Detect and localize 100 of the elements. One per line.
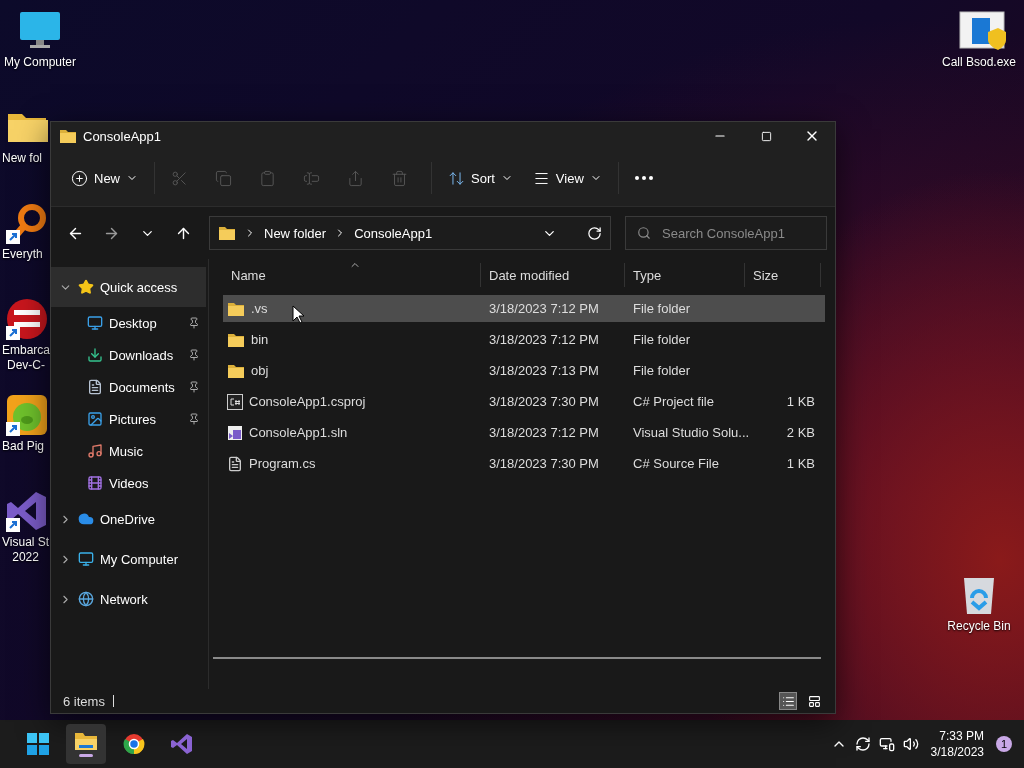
- breadcrumb[interactable]: New folder: [264, 225, 327, 241]
- volume-icon[interactable]: [902, 736, 919, 752]
- file-row[interactable]: .vs 3/18/2023 7:12 PM File folder: [223, 295, 825, 322]
- refresh-icon[interactable]: [587, 225, 602, 241]
- column-header[interactable]: Date modified: [481, 263, 625, 287]
- nav-item[interactable]: Desktop: [51, 307, 206, 339]
- desktop-icon-label[interactable]: My Computer: [4, 55, 76, 70]
- nav-item[interactable]: OneDrive: [51, 499, 206, 539]
- column-header[interactable]: Size: [745, 263, 821, 287]
- desktop-icon-label[interactable]: Everyth: [0, 247, 43, 262]
- item-count: 6 items: [63, 693, 105, 709]
- delete-icon: [391, 169, 408, 187]
- desktop-icon-label[interactable]: New fol: [0, 151, 42, 166]
- nav-label: My Computer: [100, 551, 180, 567]
- scrollbar[interactable]: [213, 657, 821, 659]
- desktop-icon-label[interactable]: Bad Pig: [0, 439, 45, 454]
- paste-icon: [259, 169, 276, 187]
- more-icon: [634, 176, 653, 180]
- desktop-icon-label[interactable]: Visual St 2022: [0, 535, 50, 565]
- nav-item[interactable]: Documents: [51, 371, 206, 403]
- nav-item[interactable]: Music: [51, 435, 206, 467]
- nav-item[interactable]: Videos: [51, 467, 206, 499]
- type-cell-text: File folder: [632, 363, 692, 378]
- file-name: ConsoleApp1.csproj: [249, 394, 366, 409]
- desktop-icon-label[interactable]: Recycle Bin: [947, 619, 1011, 634]
- date-cell-text: 3/18/2023 7:30 PM: [488, 456, 600, 471]
- copy-icon: [215, 169, 232, 187]
- nav-item[interactable]: Network: [51, 579, 206, 619]
- nav-item[interactable]: My Computer: [51, 539, 206, 579]
- plus-circle-icon: [71, 169, 88, 187]
- notification-badge[interactable]: 1: [996, 736, 1012, 752]
- type-cell-text: File folder: [632, 301, 692, 316]
- file-name: bin: [251, 332, 269, 347]
- file-row[interactable]: obj 3/18/2023 7:13 PM File folder: [223, 357, 825, 384]
- text-cursor: [112, 695, 114, 707]
- type-cell-text: File folder: [632, 332, 692, 347]
- file-row[interactable]: bin 3/18/2023 7:12 PM File folder: [223, 326, 825, 353]
- size-cell-text: 1 KB: [785, 456, 816, 471]
- solution-file-icon: [227, 424, 243, 441]
- nav-item[interactable]: Downloads: [51, 339, 206, 371]
- file-explorer-taskbar-button[interactable]: [66, 724, 106, 764]
- search-icon: [637, 226, 651, 240]
- folder-icon: [227, 331, 245, 348]
- new-button[interactable]: New: [63, 160, 146, 196]
- sort-button[interactable]: Sort: [440, 160, 521, 196]
- nav-label: Network: [100, 591, 149, 607]
- column-header[interactable]: Name: [223, 263, 481, 287]
- nav-label: Downloads: [109, 347, 175, 363]
- cloud-icon: [78, 511, 94, 527]
- visual-studio-icon: [6, 490, 48, 532]
- nav-label: Quick access: [100, 279, 179, 295]
- details-view-button[interactable]: [779, 692, 797, 710]
- date-cell-text: 3/18/2023 7:12 PM: [488, 425, 600, 440]
- nav-label: Desktop: [109, 315, 158, 331]
- picture-icon: [87, 411, 103, 427]
- nav-item[interactable]: Quick access: [51, 267, 206, 307]
- network-icon: [78, 591, 94, 607]
- window-title: ConsoleApp1: [83, 128, 163, 144]
- film-icon: [87, 475, 103, 491]
- file-name: obj: [251, 363, 269, 378]
- desktop-icon-label[interactable]: Call Bsod.exe: [941, 55, 1016, 70]
- cut-icon: [171, 169, 188, 187]
- network-icon[interactable]: [878, 736, 895, 752]
- desktop-icon-label[interactable]: Embarca Dev-C-: [0, 343, 51, 373]
- running-indicator: [79, 754, 93, 757]
- file-row[interactable]: ConsoleApp1.csproj 3/18/2023 7:30 PM C# Project file 1 KB: [223, 388, 825, 415]
- tiles-icon: [807, 694, 821, 708]
- folder-icon: [59, 128, 77, 144]
- desktop-icon: [87, 315, 103, 331]
- file-name: .vs: [251, 301, 268, 316]
- file-name: Program.cs: [249, 456, 316, 471]
- music-note-icon: [87, 443, 103, 459]
- file-row[interactable]: ConsoleApp1.sln 3/18/2023 7:12 PM Visual Studio Solu... 2 KB: [223, 419, 825, 446]
- nav-label: Pictures: [109, 411, 157, 427]
- visual-studio-logo: [171, 733, 193, 755]
- document-icon: [87, 379, 103, 395]
- clock[interactable]: 7:33 PM 3/18/2023: [930, 728, 984, 760]
- size-cell-text: 1 KB: [785, 394, 816, 409]
- date-cell-text: 3/18/2023 7:13 PM: [488, 363, 600, 378]
- type-cell-text: C# Project file: [632, 394, 715, 409]
- sync-icon[interactable]: [854, 736, 871, 752]
- column-header[interactable]: Type: [625, 263, 745, 287]
- breadcrumb[interactable]: ConsoleApp1: [354, 225, 433, 241]
- date-cell-text: 3/18/2023 7:30 PM: [488, 394, 600, 409]
- pig-game-icon: [6, 394, 48, 436]
- maximize-icon: [760, 130, 772, 142]
- share-icon: [347, 169, 364, 187]
- folder-icon: [74, 731, 98, 751]
- nav-label: Music: [109, 443, 144, 459]
- windows-logo: [27, 733, 49, 755]
- date-cell-text: 3/18/2023 7:12 PM: [488, 332, 600, 347]
- list-icon: [781, 694, 795, 708]
- date-cell-text: 3/18/2023 7:12 PM: [488, 301, 600, 316]
- view-button[interactable]: View: [524, 160, 610, 196]
- nav-item[interactable]: Pictures: [51, 403, 206, 435]
- nav-label: Documents: [109, 379, 176, 395]
- mouse-pointer-icon: [292, 305, 304, 324]
- address-bar[interactable]: New folder ConsoleApp1: [209, 216, 611, 250]
- search-field[interactable]: Search ConsoleApp1: [625, 216, 827, 250]
- file-row[interactable]: Program.cs 3/18/2023 7:30 PM C# Source File 1 KB: [223, 450, 825, 477]
